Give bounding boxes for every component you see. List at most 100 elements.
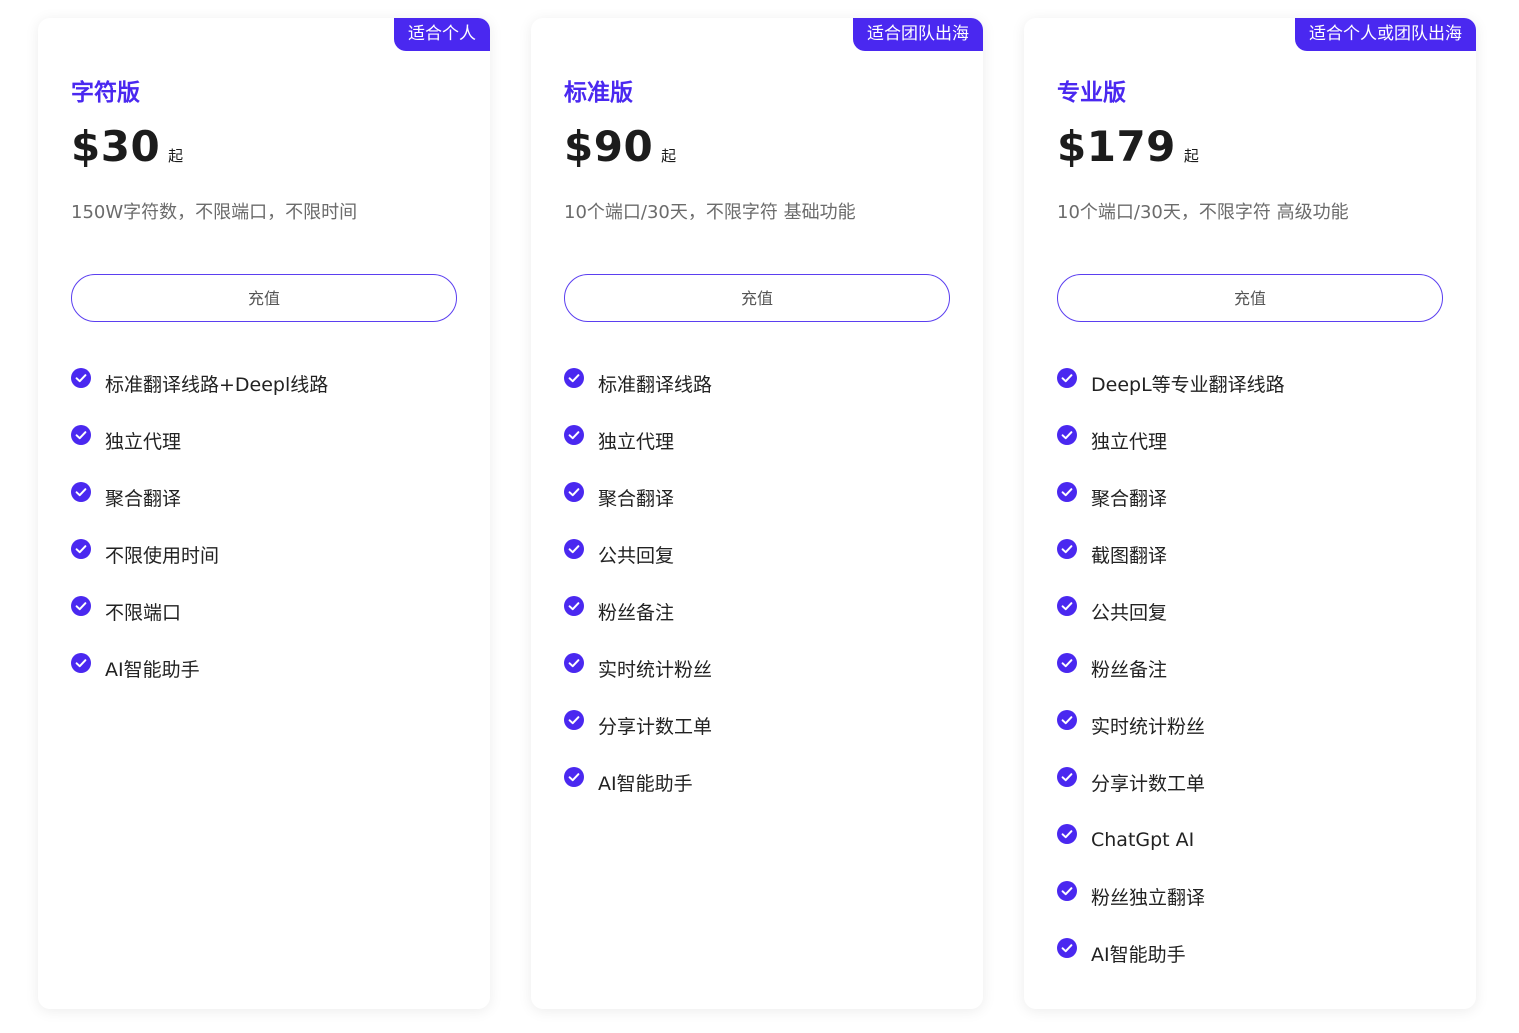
feature-label: 标准翻译线路 <box>598 374 713 396</box>
check-circle-icon <box>564 766 584 787</box>
feature-label: 聚合翻译 <box>1091 488 1168 510</box>
plan-description: 150W字符数，不限端口，不限时间 <box>71 202 358 223</box>
check-circle-icon <box>564 709 584 730</box>
pricing-card-character: 适合个人 字符版 $30 起 150W字符数，不限端口，不限时间 充值 标准翻译… <box>38 18 490 1009</box>
check-circle-icon <box>564 652 584 673</box>
plan-name: 专业版 <box>1057 80 1126 106</box>
audience-badge: 适合个人 <box>394 18 490 51</box>
feature-label: 粉丝备注 <box>1091 659 1168 681</box>
price-suffix: 起 <box>168 147 184 165</box>
recharge-button[interactable]: 充值 <box>71 274 457 322</box>
check-circle-icon <box>1057 367 1077 388</box>
feature-label: 截图翻译 <box>1091 545 1168 567</box>
feature-item: 粉丝备注 <box>1057 640 1285 697</box>
feature-label: ChatGpt AI <box>1091 828 1195 851</box>
feature-item: AI智能助手 <box>71 640 328 697</box>
plan-price: $30 <box>71 122 161 171</box>
check-circle-icon <box>71 652 91 673</box>
feature-label: 粉丝独立翻译 <box>1091 887 1206 909</box>
plan-description: 10个端口/30天，不限字符 高级功能 <box>1057 202 1349 223</box>
feature-label: 聚合翻译 <box>598 488 675 510</box>
feature-item: 标准翻译线路 <box>564 355 712 412</box>
check-circle-icon <box>71 367 91 388</box>
feature-label: 标准翻译线路+Deepl线路 <box>105 374 329 396</box>
feature-label: 独立代理 <box>1091 431 1168 453</box>
price-row: $90 起 <box>564 122 676 171</box>
plan-name: 字符版 <box>71 80 140 106</box>
feature-item: 聚合翻译 <box>564 469 712 526</box>
plan-price: $179 <box>1057 122 1176 171</box>
check-circle-icon <box>1057 538 1077 559</box>
check-circle-icon <box>1057 595 1077 616</box>
audience-badge: 适合个人或团队出海 <box>1295 18 1476 51</box>
feature-item: 公共回复 <box>1057 583 1285 640</box>
feature-item: 聚合翻译 <box>71 469 328 526</box>
pricing-card-standard: 适合团队出海 标准版 $90 起 10个端口/30天，不限字符 基础功能 充值 … <box>531 18 983 1009</box>
feature-item: 独立代理 <box>71 412 328 469</box>
feature-item: 聚合翻译 <box>1057 469 1285 526</box>
feature-item: DeepL等专业翻译线路 <box>1057 355 1285 412</box>
feature-item: 实时统计粉丝 <box>564 640 712 697</box>
check-circle-icon <box>1057 709 1077 730</box>
feature-label: AI智能助手 <box>1091 944 1186 966</box>
check-circle-icon <box>1057 481 1077 502</box>
price-row: $179 起 <box>1057 122 1199 171</box>
feature-item: 不限使用时间 <box>71 526 328 583</box>
check-circle-icon <box>1057 880 1077 901</box>
check-circle-icon <box>1057 823 1077 844</box>
audience-badge: 适合团队出海 <box>853 18 983 51</box>
feature-label: 独立代理 <box>598 431 675 453</box>
feature-item: 公共回复 <box>564 526 712 583</box>
feature-item: 不限端口 <box>71 583 328 640</box>
feature-item: 实时统计粉丝 <box>1057 697 1285 754</box>
feature-label: 公共回复 <box>1091 602 1168 624</box>
check-circle-icon <box>1057 652 1077 673</box>
feature-label: 分享计数工单 <box>598 716 713 738</box>
check-circle-icon <box>564 481 584 502</box>
price-row: $30 起 <box>71 122 183 171</box>
check-circle-icon <box>564 595 584 616</box>
price-suffix: 起 <box>661 147 677 165</box>
check-circle-icon <box>564 538 584 559</box>
feature-label: 实时统计粉丝 <box>1091 716 1206 738</box>
feature-list: 标准翻译线路+Deepl线路 独立代理聚合翻译不限使用时间不限端口 AI智能助手 <box>71 355 328 697</box>
feature-list: 标准翻译线路 独立代理聚合翻译公共回复粉丝备注实时统计粉丝 分享计数工单 AI智能助手 <box>564 355 712 811</box>
feature-item: 独立代理 <box>1057 412 1285 469</box>
feature-label: 实时统计粉丝 <box>598 659 713 681</box>
pricing-card-professional: 适合个人或团队出海 专业版 $179 起 10个端口/30天，不限字符 高级功能… <box>1024 18 1476 1009</box>
feature-item: ChatGpt AI <box>1057 811 1285 868</box>
feature-item: 粉丝备注 <box>564 583 712 640</box>
feature-label: 粉丝备注 <box>598 602 675 624</box>
feature-label: 独立代理 <box>105 431 182 453</box>
feature-item: 标准翻译线路+Deepl线路 <box>71 355 328 412</box>
check-circle-icon <box>1057 424 1077 445</box>
check-circle-icon <box>1057 766 1077 787</box>
feature-label: 不限使用时间 <box>105 545 220 567</box>
plan-price: $90 <box>564 122 654 171</box>
feature-item: 独立代理 <box>564 412 712 469</box>
feature-label: DeepL等专业翻译线路 <box>1091 374 1285 396</box>
feature-item: 分享计数工单 <box>564 697 712 754</box>
plan-description: 10个端口/30天，不限字符 基础功能 <box>564 202 856 223</box>
feature-item: AI智能助手 <box>1057 925 1285 982</box>
check-circle-icon <box>71 424 91 445</box>
price-suffix: 起 <box>1183 147 1199 165</box>
plan-name: 标准版 <box>564 80 633 106</box>
check-circle-icon <box>564 367 584 388</box>
feature-item: 分享计数工单 <box>1057 754 1285 811</box>
feature-item: AI智能助手 <box>564 754 712 811</box>
feature-label: AI智能助手 <box>105 659 200 681</box>
check-circle-icon <box>564 424 584 445</box>
recharge-button[interactable]: 充值 <box>564 274 950 322</box>
feature-label: 公共回复 <box>598 545 675 567</box>
check-circle-icon <box>71 538 91 559</box>
feature-label: AI智能助手 <box>598 773 693 795</box>
feature-item: 截图翻译 <box>1057 526 1285 583</box>
feature-label: 分享计数工单 <box>1091 773 1206 795</box>
feature-item: 粉丝独立翻译 <box>1057 868 1285 925</box>
recharge-button[interactable]: 充值 <box>1057 274 1443 322</box>
check-circle-icon <box>71 481 91 502</box>
check-circle-icon <box>1057 937 1077 958</box>
feature-label: 聚合翻译 <box>105 488 182 510</box>
feature-list: DeepL等专业翻译线路 独立代理聚合翻译截图翻译公共回复粉丝备注实时统计粉丝 分享… <box>1057 355 1285 982</box>
